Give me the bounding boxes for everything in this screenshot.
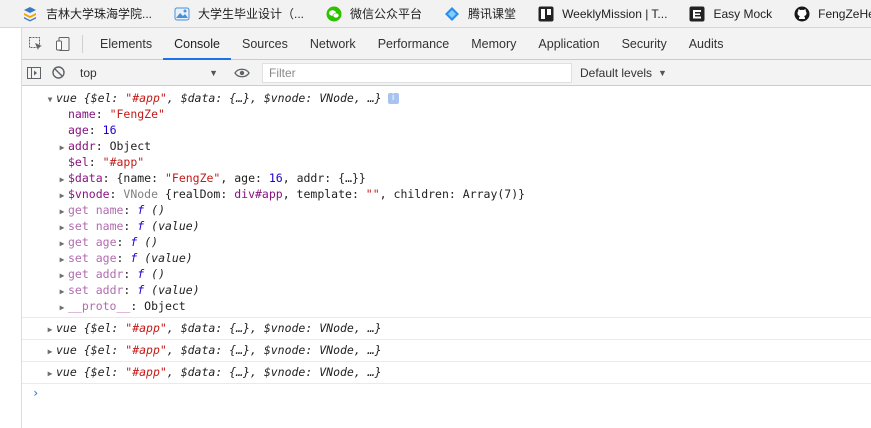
- prop-addr[interactable]: ▶ addr: Object: [22, 138, 871, 154]
- expand-triangle-icon[interactable]: ▶: [44, 366, 56, 382]
- tencent-class-icon: [444, 6, 460, 22]
- tab-network[interactable]: Network: [299, 28, 367, 60]
- console-output: ▼ vue {$el: "#app", $data: {…}, $vnode: V…: [22, 86, 871, 428]
- tab-audits[interactable]: Audits: [678, 28, 735, 60]
- console-entry-collapsed[interactable]: ▶ vue {$el: "#app", $data: {…}, $vnode: V…: [22, 320, 871, 336]
- bookmark-github[interactable]: FengZeHe: [794, 6, 871, 22]
- getter-row[interactable]: ▶ get name: f (): [22, 202, 871, 218]
- dropdown-caret-icon: ▼: [658, 67, 667, 78]
- prop-data[interactable]: ▶ $data: {name: "FengZe", age: 16, addr: …: [22, 170, 871, 186]
- console-entry-collapsed[interactable]: ▶ vue {$el: "#app", $data: {…}, $vnode: V…: [22, 342, 871, 358]
- object-preview: vue {$el: "#app", $data: {…}, $vnode: VN…: [56, 365, 382, 379]
- devtools-left-edge: [0, 28, 22, 428]
- bookmark-graduation[interactable]: 大学生毕业设计（...: [174, 5, 304, 22]
- bookmark-label: Easy Mock: [713, 6, 773, 21]
- tab-memory[interactable]: Memory: [460, 28, 527, 60]
- bookmark-tencent-class[interactable]: 腾讯课堂: [444, 5, 516, 22]
- entry-divider: [22, 361, 871, 362]
- entry-divider: [22, 383, 871, 384]
- setter-row[interactable]: ▶ set addr: f (value): [22, 282, 871, 298]
- bookmark-label: WeeklyMission | T...: [562, 6, 668, 21]
- bookmark-easymock[interactable]: Easy Mock: [689, 6, 772, 22]
- inspect-element-icon[interactable]: [22, 28, 50, 60]
- toolbar-divider: [82, 34, 83, 53]
- setter-row[interactable]: ▶ set name: f (value): [22, 218, 871, 234]
- bookmark-label: FengZeHe: [818, 6, 871, 21]
- bookmark-wechat[interactable]: 微信公众平台: [326, 5, 422, 22]
- bookmark-label: 大学生毕业设计（...: [198, 7, 305, 21]
- log-levels-label: Default levels: [580, 65, 653, 80]
- entry-divider: [22, 317, 871, 318]
- device-toolbar-icon[interactable]: [50, 28, 78, 60]
- dropdown-caret-icon: ▼: [209, 67, 218, 78]
- prop-el: $el: "#app": [68, 155, 145, 169]
- console-prompt[interactable]: ›: [22, 385, 871, 401]
- show-sidebar-icon[interactable]: [22, 60, 46, 86]
- tab-performance[interactable]: Performance: [367, 28, 461, 60]
- console-toolbar: top ▼ Default levels ▼: [22, 60, 871, 86]
- jlu-logo-icon: [22, 6, 38, 22]
- prop-proto[interactable]: ▶ __proto__: Object: [22, 298, 871, 314]
- clear-console-icon[interactable]: [46, 60, 70, 86]
- tab-security[interactable]: Security: [611, 28, 678, 60]
- easy-mock-icon: [689, 6, 705, 22]
- bookmarks-bar: 吉林大学珠海学院... 大学生毕业设计（... 微信公众平台 腾讯课堂 Week…: [0, 0, 871, 28]
- bookmark-label: 腾讯课堂: [468, 7, 517, 21]
- landscape-icon: [174, 6, 190, 22]
- expand-triangle-icon[interactable]: ▶: [44, 322, 56, 338]
- setter-row[interactable]: ▶ set age: f (value): [22, 250, 871, 266]
- getter-row[interactable]: ▶ get age: f (): [22, 234, 871, 250]
- bookmark-label: 吉林大学珠海学院...: [46, 7, 153, 21]
- tab-elements[interactable]: Elements: [89, 28, 163, 60]
- prop-name: name: "FengZe": [68, 107, 165, 121]
- context-value: top: [80, 65, 97, 80]
- trello-icon: [538, 6, 554, 22]
- prop-vnode[interactable]: ▶ $vnode: VNode {realDom: div#app, templa…: [22, 186, 871, 202]
- bookmark-weeklymission[interactable]: WeeklyMission | T...: [538, 6, 667, 22]
- prompt-chevron-icon: ›: [32, 386, 40, 400]
- github-icon: [794, 6, 810, 22]
- expand-triangle-icon[interactable]: ▶: [56, 300, 68, 316]
- expand-triangle-icon[interactable]: ▶: [44, 344, 56, 360]
- tab-sources[interactable]: Sources: [231, 28, 299, 60]
- object-preview: vue {$el: "#app", $data: {…}, $vnode: VN…: [56, 91, 382, 105]
- tab-console[interactable]: Console: [163, 28, 231, 60]
- live-expression-eye-icon[interactable]: [230, 60, 254, 86]
- console-entry-collapsed[interactable]: ▶ vue {$el: "#app", $data: {…}, $vnode: V…: [22, 364, 871, 380]
- bookmark-jlu[interactable]: 吉林大学珠海学院...: [22, 5, 152, 22]
- filter-input[interactable]: [262, 62, 572, 83]
- devtools-tab-bar: Elements Console Sources Network Perform…: [22, 28, 871, 60]
- info-icon[interactable]: i: [387, 93, 399, 104]
- bookmark-label: 微信公众平台: [350, 7, 423, 21]
- wechat-icon: [326, 6, 342, 22]
- getter-row[interactable]: ▶ get addr: f (): [22, 266, 871, 282]
- context-selector[interactable]: top ▼: [74, 63, 224, 83]
- log-levels-dropdown[interactable]: Default levels ▼: [580, 66, 667, 80]
- console-entry-expanded[interactable]: ▼ vue {$el: "#app", $data: {…}, $vnode: V…: [22, 90, 871, 106]
- entry-divider: [22, 339, 871, 340]
- tab-application[interactable]: Application: [527, 28, 610, 60]
- object-preview: vue {$el: "#app", $data: {…}, $vnode: VN…: [56, 321, 382, 335]
- prop-age: age: 16: [68, 123, 117, 137]
- object-preview: vue {$el: "#app", $data: {…}, $vnode: VN…: [56, 343, 382, 357]
